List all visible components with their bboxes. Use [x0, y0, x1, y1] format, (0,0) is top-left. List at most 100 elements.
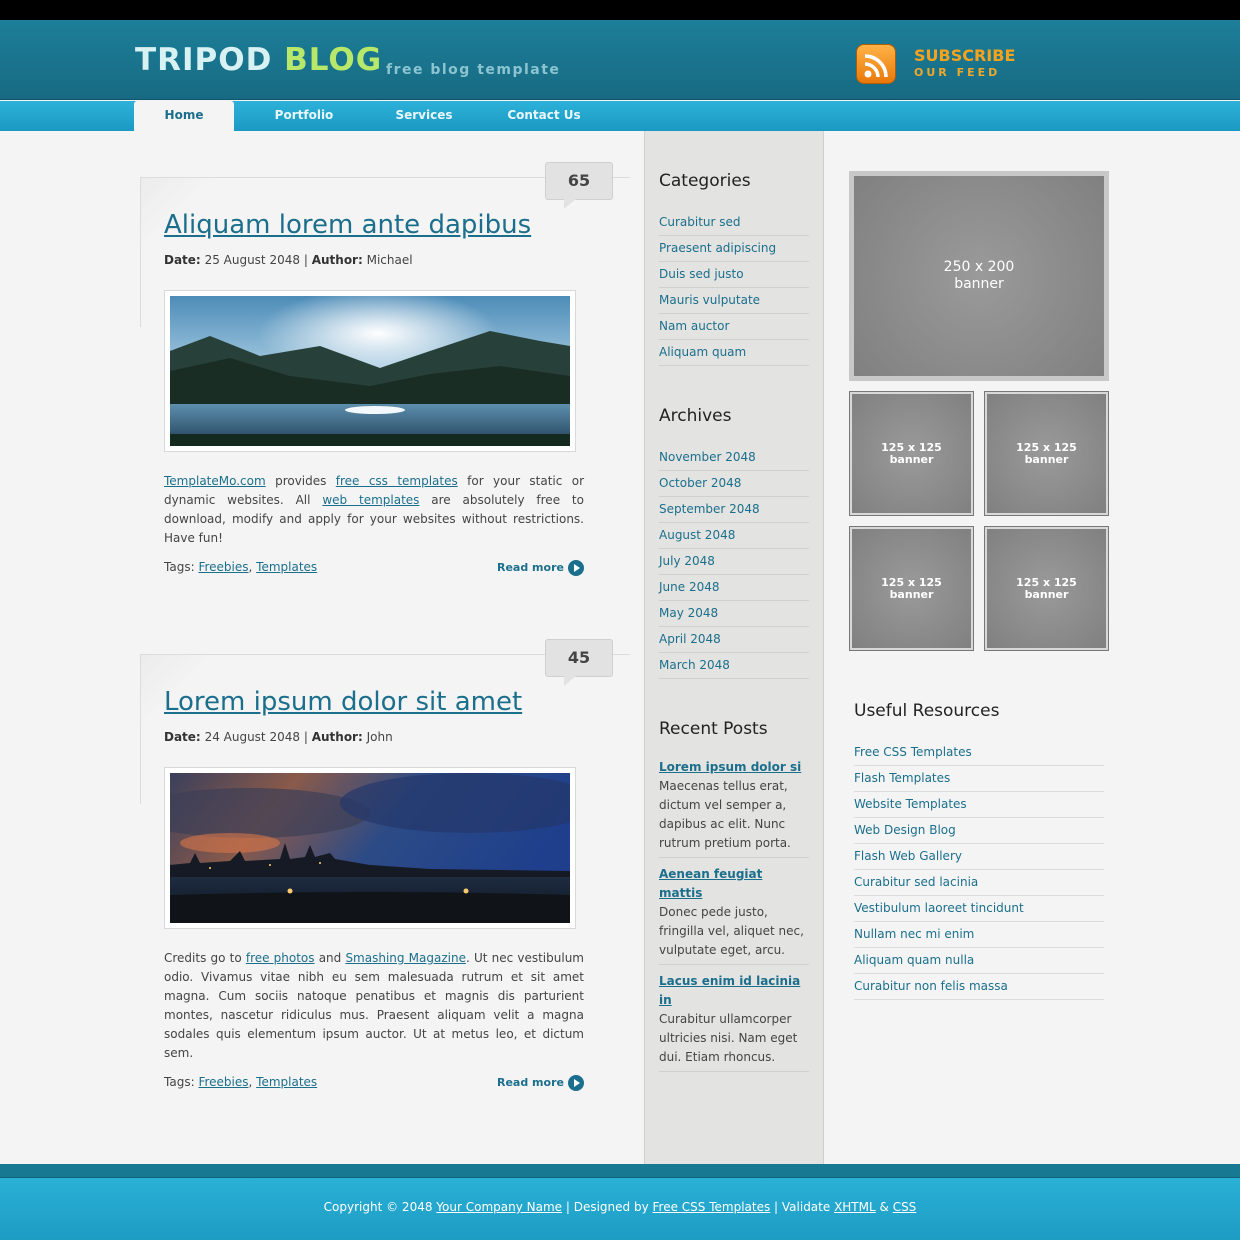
banner-label: 125 x 125 banner — [881, 576, 942, 601]
archive-link[interactable]: November 2048 — [659, 450, 756, 464]
site-logo[interactable]: TRIPOD BLOG — [135, 42, 382, 78]
archive-link[interactable]: August 2048 — [659, 528, 735, 542]
category-link[interactable]: Praesent adipiscing — [659, 241, 776, 255]
subscribe-link[interactable]: SUBSCRIBE — [914, 46, 1015, 65]
recent-post-link[interactable]: Lorem ipsum dolor si — [659, 758, 809, 777]
tag-separator: , — [248, 1075, 253, 1089]
list-item: Website Templates — [854, 792, 1104, 818]
resource-link[interactable]: Flash Web Gallery — [854, 849, 962, 863]
list-item: Curabitur sed lacinia — [854, 870, 1104, 896]
city-skyline-image — [170, 773, 570, 923]
arrow-right-circle-icon[interactable] — [568, 560, 584, 576]
banner-small[interactable]: 125 x 125 banner — [984, 391, 1109, 516]
archives-list: November 2048 October 2048 September 204… — [659, 445, 809, 679]
footer-top-bar — [0, 1164, 1240, 1178]
company-name-link[interactable]: Your Company Name — [436, 1200, 562, 1214]
list-item: Flash Web Gallery — [854, 844, 1104, 870]
category-link[interactable]: Duis sed justo — [659, 267, 744, 281]
footer-text: | Validate — [770, 1200, 835, 1214]
read-more-link[interactable]: Read more — [497, 561, 564, 574]
css-validate-link[interactable]: CSS — [893, 1200, 917, 1214]
categories-heading: Categories — [659, 171, 751, 191]
templatemo-link[interactable]: TemplateMo.com — [164, 474, 266, 488]
nav-item-contact-us[interactable]: Contact Us — [494, 101, 594, 131]
mountain-lake-image — [170, 296, 570, 446]
our-feed-label[interactable]: OUR FEED — [914, 66, 1000, 79]
banner-small[interactable]: 125 x 125 banner — [849, 391, 974, 516]
recent-post-desc: Maecenas tellus erat, dictum vel semper … — [659, 779, 791, 850]
tag-templates[interactable]: Templates — [256, 560, 317, 574]
list-item: Lacus enim id lacinia in Curabitur ullam… — [659, 972, 809, 1072]
tag-freebies[interactable]: Freebies — [198, 1075, 248, 1089]
post-tags: Tags: Freebies, Templates — [164, 560, 317, 574]
category-link[interactable]: Mauris vulputate — [659, 293, 760, 307]
post-excerpt: Credits go to free photos and Smashing M… — [164, 949, 584, 1063]
archive-link[interactable]: July 2048 — [659, 554, 715, 568]
post-meta: Date: 24 August 2048 | Author: John — [164, 730, 393, 744]
resource-link[interactable]: Aliquam quam nulla — [854, 953, 974, 967]
category-link[interactable]: Nam auctor — [659, 319, 729, 333]
archive-link[interactable]: May 2048 — [659, 606, 718, 620]
recent-post-link[interactable]: Aenean feugiat mattis — [659, 865, 809, 903]
recent-post-desc: Donec pede justo, fringilla vel, aliquet… — [659, 905, 804, 957]
recent-post-link[interactable]: Lacus enim id lacinia in — [659, 972, 809, 1010]
list-item: May 2048 — [659, 601, 809, 627]
resource-link[interactable]: Flash Templates — [854, 771, 950, 785]
resource-link[interactable]: Curabitur sed lacinia — [854, 875, 978, 889]
post-title[interactable]: Aliquam lorem ante dapibus — [164, 210, 531, 240]
date-label: Date: — [164, 253, 201, 267]
archive-link[interactable]: October 2048 — [659, 476, 741, 490]
post-title[interactable]: Lorem ipsum dolor sit amet — [164, 687, 522, 717]
nav-item-home[interactable]: Home — [134, 101, 234, 131]
resource-link[interactable]: Website Templates — [854, 797, 967, 811]
tags-label: Tags: — [164, 560, 195, 574]
banner-size-text: 250 x 200 — [943, 259, 1015, 275]
banner-small[interactable]: 125 x 125 banner — [849, 526, 974, 651]
category-link[interactable]: Curabitur sed — [659, 215, 741, 229]
excerpt-text: . Ut nec vestibulum odio. Vivamus vitae … — [164, 951, 584, 1060]
arrow-right-circle-icon[interactable] — [568, 1075, 584, 1091]
archive-link[interactable]: April 2048 — [659, 632, 721, 646]
list-item: Curabitur sed — [659, 210, 809, 236]
web-templates-link[interactable]: web templates — [322, 493, 419, 507]
designer-link[interactable]: Free CSS Templates — [653, 1200, 771, 1214]
resource-link[interactable]: Curabitur non felis massa — [854, 979, 1008, 993]
comment-count-badge[interactable]: 45 — [545, 639, 613, 686]
nav-item-services[interactable]: Services — [374, 101, 474, 131]
nav-item-portfolio[interactable]: Portfolio — [254, 101, 354, 131]
archives-heading: Archives — [659, 406, 732, 426]
tag-freebies[interactable]: Freebies — [198, 560, 248, 574]
author-label: Author: — [311, 253, 363, 267]
tags-label: Tags: — [164, 1075, 195, 1089]
list-item: June 2048 — [659, 575, 809, 601]
list-item: April 2048 — [659, 627, 809, 653]
post-meta: Date: 25 August 2048 | Author: Michael — [164, 253, 413, 267]
list-item: September 2048 — [659, 497, 809, 523]
free-css-templates-link[interactable]: free css templates — [336, 474, 458, 488]
recent-post-desc: Curabitur ullamcorper ultricies nisi. Na… — [659, 1012, 798, 1064]
archive-link[interactable]: September 2048 — [659, 502, 760, 516]
meta-separator: | — [303, 730, 308, 744]
resource-link[interactable]: Web Design Blog — [854, 823, 956, 837]
category-link[interactable]: Aliquam quam — [659, 345, 746, 359]
list-item: July 2048 — [659, 549, 809, 575]
banner-type-text: banner — [889, 587, 934, 601]
banner-size-text: 125 x 125 — [1016, 575, 1077, 589]
resource-link[interactable]: Vestibulum laoreet tincidunt — [854, 901, 1024, 915]
archive-link[interactable]: June 2048 — [659, 580, 720, 594]
resource-link[interactable]: Free CSS Templates — [854, 745, 972, 759]
comment-count-badge[interactable]: 65 — [545, 162, 613, 209]
recent-posts-list: Lorem ipsum dolor si Maecenas tellus era… — [659, 758, 809, 1079]
archive-link[interactable]: March 2048 — [659, 658, 730, 672]
tag-templates[interactable]: Templates — [256, 1075, 317, 1089]
banner-large[interactable]: 250 x 200 banner — [849, 171, 1109, 381]
xhtml-validate-link[interactable]: XHTML — [834, 1200, 876, 1214]
date-label: Date: — [164, 730, 201, 744]
rss-icon[interactable] — [856, 44, 896, 84]
free-photos-link[interactable]: free photos — [246, 951, 315, 965]
smashing-magazine-link[interactable]: Smashing Magazine — [345, 951, 466, 965]
read-more-link[interactable]: Read more — [497, 1076, 564, 1089]
resource-link[interactable]: Nullam nec mi enim — [854, 927, 974, 941]
list-item: March 2048 — [659, 653, 809, 679]
banner-small[interactable]: 125 x 125 banner — [984, 526, 1109, 651]
